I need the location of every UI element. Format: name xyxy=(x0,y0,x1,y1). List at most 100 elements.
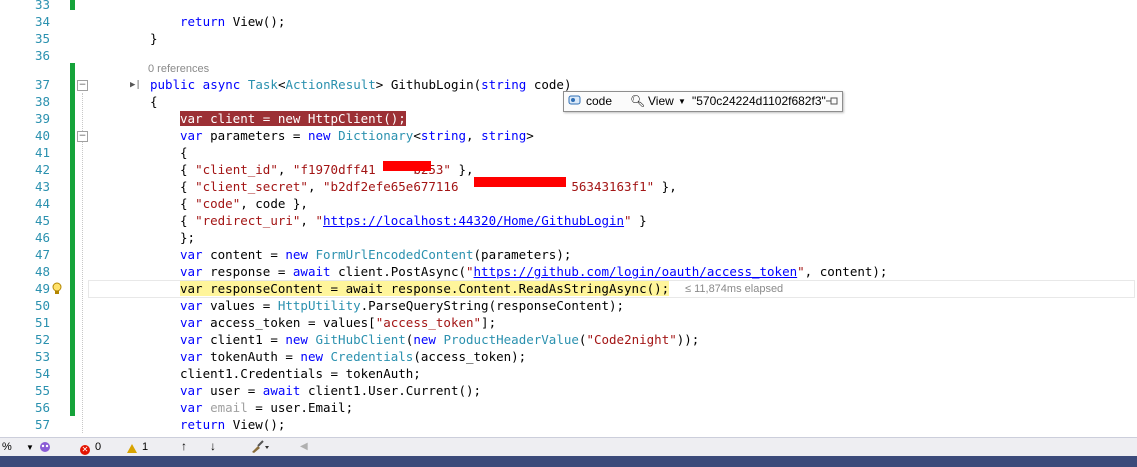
code-text[interactable]: { "redirect_uri", "https://localhost:443… xyxy=(180,212,647,229)
code-text[interactable]: { "client_secret", "b2df2efe65e677116 56… xyxy=(180,178,677,195)
code-line[interactable]: 34 return View(); xyxy=(0,13,1137,30)
error-count[interactable]: 0 xyxy=(95,441,101,453)
code-token: values = xyxy=(210,298,278,313)
code-token: new xyxy=(300,349,331,364)
line-number: 51 xyxy=(34,315,50,330)
code-text[interactable]: var client1 = new GitHubClient(new Produ… xyxy=(180,331,699,348)
line-number: 57 xyxy=(34,417,50,432)
bottom-panel-strip xyxy=(0,456,1137,467)
code-token: var responseContent = await response.Con… xyxy=(180,281,670,296)
code-editor[interactable]: − − 0 references 33 34 return View(); 35} 36… xyxy=(0,0,1137,437)
code-text[interactable]: { "code", code }, xyxy=(180,195,308,212)
code-line[interactable]: 55 var user = await client1.User.Current(… xyxy=(0,382,1137,399)
warning-count[interactable]: 1 xyxy=(142,441,148,453)
code-text[interactable]: var email = user.Email; xyxy=(180,399,353,416)
search-icon[interactable]: 🔍︎ xyxy=(630,94,645,108)
code-line[interactable]: 41 { xyxy=(0,144,1137,161)
code-token: " xyxy=(315,213,324,228)
code-token: user = xyxy=(210,383,263,398)
code-line[interactable]: 42{ "client_id", "f1970dff41 b253" }, xyxy=(0,161,1137,178)
code-text[interactable]: var response = await client.PostAsync("h… xyxy=(180,263,887,280)
code-token: client.PostAsync( xyxy=(338,264,466,279)
code-line[interactable]: 54 client1.Credentials = tokenAuth; xyxy=(0,365,1137,382)
code-token: { xyxy=(180,145,188,160)
code-text[interactable]: var user = await client1.User.Current(); xyxy=(180,382,481,399)
code-token: > GithubLogin( xyxy=(375,77,482,92)
code-line[interactable]: 50 var values = HttpUtility.ParseQueryStr… xyxy=(0,297,1137,314)
brush-icon[interactable] xyxy=(250,440,270,457)
code-text[interactable]: var responseContent = await response.Con… xyxy=(180,280,670,297)
code-text[interactable]: var client = new HttpClient(); xyxy=(180,110,406,127)
code-line[interactable]: 39 var client = new HttpClient(); xyxy=(0,110,1137,127)
code-token: content = xyxy=(210,247,286,262)
code-text[interactable]: { xyxy=(180,144,188,161)
chevron-down-icon[interactable]: ▼ xyxy=(678,97,686,106)
pin-toggle-icon[interactable] xyxy=(826,95,838,110)
code-line[interactable]: 49 var responseContent = await response.C… xyxy=(0,280,1137,297)
code-line[interactable]: 52 var client1 = new GitHubClient(new Pro… xyxy=(0,331,1137,348)
code-line[interactable]: 47 var content = new FormUrlEncodedConten… xyxy=(0,246,1137,263)
zoom-dropdown-icon[interactable]: ▼ xyxy=(26,443,34,452)
code-line[interactable]: 35} xyxy=(0,30,1137,47)
code-text[interactable]: var values = HttpUtility.ParseQueryStrin… xyxy=(180,297,624,314)
perf-tip-elapsed[interactable]: ≤ 11,874ms elapsed xyxy=(685,283,783,295)
copilot-icon[interactable] xyxy=(38,440,52,457)
datatip-value[interactable]: "570c24224d1102f682f3" xyxy=(692,94,826,108)
code-line[interactable]: 46}; xyxy=(0,229,1137,246)
code-token: }, xyxy=(450,162,474,177)
code-line[interactable]: 33 xyxy=(0,0,1137,13)
code-text[interactable]: } xyxy=(150,30,158,47)
code-line[interactable]: 43 { "client_secret", "b2df2efe65e677116 … xyxy=(0,178,1137,195)
codelens-references[interactable]: 0 references xyxy=(148,63,209,75)
code-text[interactable]: var tokenAuth = new Credentials(access_t… xyxy=(180,348,526,365)
code-text[interactable]: var content = new FormUrlEncodedContent(… xyxy=(180,246,571,263)
codelens-arrow-icon[interactable]: ▶| xyxy=(130,80,141,90)
previous-issue-arrow[interactable]: ↑ xyxy=(181,439,187,453)
pin-icon[interactable] xyxy=(568,93,582,110)
line-number: 46 xyxy=(34,230,50,245)
code-text[interactable]: var access_token = values["access_token"… xyxy=(180,314,496,331)
lightbulb-icon[interactable] xyxy=(51,281,63,300)
zoom-level[interactable]: % xyxy=(2,441,12,453)
code-line[interactable]: 40 var parameters = new Dictionary<string… xyxy=(0,127,1137,144)
code-token: public async xyxy=(150,77,248,92)
line-number: 44 xyxy=(34,196,50,211)
code-line[interactable]: 57 return View(); xyxy=(0,416,1137,433)
code-text[interactable]: var parameters = new Dictionary<string, … xyxy=(180,127,534,144)
code-text[interactable]: client1.Credentials = tokenAuth; xyxy=(180,365,421,382)
code-token: client1 = xyxy=(210,332,286,347)
code-token: , xyxy=(300,213,316,228)
code-line[interactable]: 56 var email = user.Email; xyxy=(0,399,1137,416)
line-number: 37 xyxy=(34,77,50,92)
visualizer-button[interactable]: View xyxy=(648,94,674,108)
code-line[interactable]: 51 var access_token = values["access_toke… xyxy=(0,314,1137,331)
code-token: , xyxy=(307,179,324,194)
code-token: string xyxy=(420,128,467,143)
code-line[interactable]: 36 xyxy=(0,47,1137,64)
code-token: new xyxy=(413,332,444,347)
code-line[interactable]: 48 var response = await client.PostAsync(… xyxy=(0,263,1137,280)
code-token: }; xyxy=(180,230,196,245)
line-number: 41 xyxy=(34,145,50,160)
code-token: Dictionary xyxy=(338,128,414,143)
code-text[interactable]: return View(); xyxy=(180,416,285,433)
code-token: ProductHeaderValue xyxy=(443,332,579,347)
code-text[interactable]: public async Task<ActionResult> GithubLo… xyxy=(150,76,571,93)
code-token: var xyxy=(180,247,211,262)
code-line[interactable]: 45 { "redirect_uri", "https://localhost:4… xyxy=(0,212,1137,229)
scroll-left-icon[interactable]: ◀ xyxy=(300,441,308,452)
line-number: 45 xyxy=(34,213,50,228)
line-number: 50 xyxy=(34,298,50,313)
code-line[interactable]: 53 var tokenAuth = new Credentials(access… xyxy=(0,348,1137,365)
code-text[interactable]: }; xyxy=(180,229,195,246)
line-number: 52 xyxy=(34,332,50,347)
code-token: View(); xyxy=(232,14,286,29)
line-number: 48 xyxy=(34,264,50,279)
code-token: client1.User.Current(); xyxy=(307,383,482,398)
datatip[interactable]: code 🔍︎ View ▼ "570c24224d1102f682f3" xyxy=(563,91,843,112)
code-text[interactable]: return View(); xyxy=(180,13,285,30)
code-token: , content); xyxy=(804,264,888,279)
next-issue-arrow[interactable]: ↓ xyxy=(210,439,216,453)
code-line[interactable]: 44 { "code", code }, xyxy=(0,195,1137,212)
code-text[interactable]: { xyxy=(150,93,158,110)
